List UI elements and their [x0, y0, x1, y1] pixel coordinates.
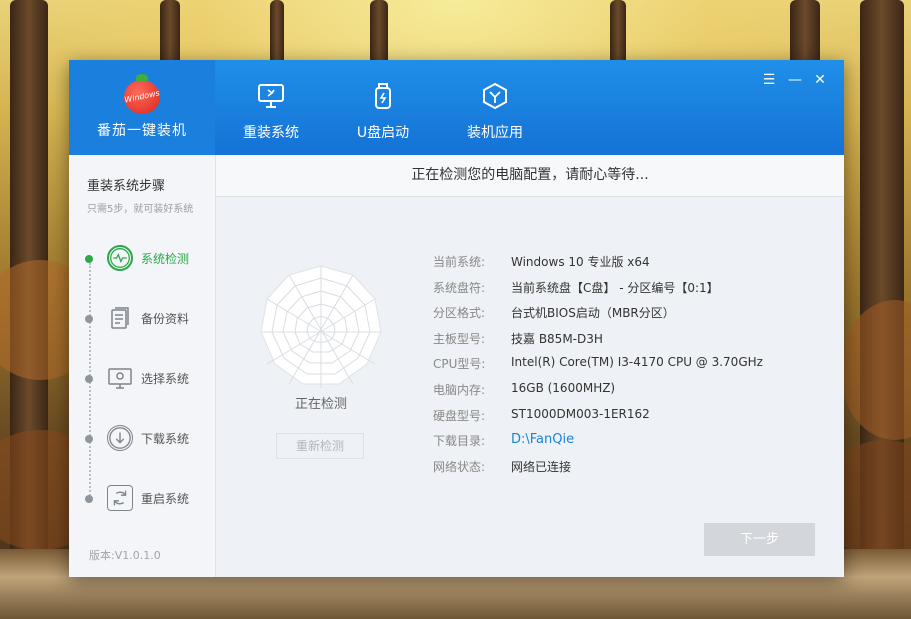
status-header: 正在检测您的电脑配置，请耐心等待... [216, 155, 844, 197]
step-label: 下载系统 [141, 432, 190, 446]
download-icon [107, 425, 133, 451]
tab-label: U盘启动 [356, 125, 410, 141]
info-key: 下载目录: [433, 434, 486, 449]
main-panel: 正在检测您的电脑配置，请耐心等待... 正在检测 重新检测 当前系统: Windo… [216, 155, 844, 577]
info-key: 系统盘符: [433, 280, 486, 295]
step-indicator [85, 495, 93, 503]
detecting-label: 正在检测 [294, 397, 347, 412]
close-button[interactable]: ✕ [812, 72, 828, 88]
info-value: 技嘉 B85M-D3H [511, 331, 603, 346]
info-value: 16GB (1600MHZ) [511, 380, 616, 395]
step-download-system: 下载系统 [85, 423, 215, 455]
step-label: 选择系统 [141, 372, 190, 386]
download-dir-link[interactable]: D:\FanQie [511, 432, 574, 447]
step-indicator [85, 255, 93, 263]
tab-usb-boot[interactable]: U盘启动 [327, 60, 439, 155]
steps-title: 重装系统步骤 [87, 179, 166, 194]
tab-install-apps[interactable]: 装机应用 [439, 60, 551, 155]
monitor-repair-icon [258, 84, 284, 108]
info-value: 当前系统盘【C盘】 - 分区编号【0:1】 [511, 280, 719, 295]
restart-icon [107, 485, 133, 511]
step-label: 重启系统 [141, 492, 190, 506]
info-key: 主板型号: [433, 331, 486, 346]
top-nav-bar: Windows 番茄一键装机 重装系统 U盘启动 装机应用 ☰ — ✕ [69, 60, 844, 155]
info-key: 当前系统: [433, 255, 486, 269]
info-value: ST1000DM003-1ER162 [511, 406, 650, 421]
step-indicator [85, 375, 93, 383]
app-hexagon-icon [483, 82, 507, 110]
step-restart-system: 重启系统 [85, 483, 215, 515]
steps-sidebar: 重装系统步骤 只需5步，就可装好系统 系统检测 备份资料 选择系统 下载系统 重… [69, 155, 216, 577]
info-key: CPU型号: [433, 357, 486, 372]
brand-name: 番茄一键装机 [97, 123, 187, 139]
info-key: 网络状态: [433, 459, 486, 474]
steps-subtitle: 只需5步，就可装好系统 [87, 204, 194, 215]
info-key: 硬盘型号: [433, 408, 486, 423]
step-select-system: 选择系统 [85, 363, 215, 395]
info-value: Intel(R) Core(TM) I3-4170 CPU @ 3.70GHz [511, 355, 763, 370]
tab-reinstall-system[interactable]: 重装系统 [215, 60, 327, 155]
info-key: 分区格式: [433, 306, 486, 321]
version-label: 版本:V1.0.1.0 [89, 549, 161, 562]
detection-area: 正在检测 重新检测 当前系统: Windows 10 专业版 x64 系统盘符: 当前… [216, 197, 844, 577]
backup-icon [111, 307, 129, 329]
menu-button[interactable]: ☰ [761, 72, 777, 88]
minimize-button[interactable]: — [787, 72, 803, 88]
step-label: 系统检测 [141, 252, 190, 266]
tab-label: 装机应用 [467, 125, 523, 141]
tomato-logo-icon: Windows [123, 74, 161, 114]
tab-label: 重装系统 [243, 125, 299, 141]
radar-scan-graphic [260, 265, 382, 388]
info-value: Windows 10 专业版 x64 [511, 255, 650, 269]
step-system-check: 系统检测 [85, 243, 215, 275]
brand-area: Windows 番茄一键装机 [69, 60, 215, 155]
step-backup: 备份资料 [85, 303, 215, 335]
step-indicator [85, 435, 93, 443]
info-value: 网络已连接 [511, 459, 572, 474]
info-value: 台式机BIOS启动（MBR分区） [511, 306, 675, 321]
recheck-button[interactable]: 重新检测 [276, 433, 364, 459]
step-indicator [85, 315, 93, 323]
system-check-icon [107, 245, 133, 271]
installer-window: Windows 番茄一键装机 重装系统 U盘启动 装机应用 ☰ — ✕ 重装系统 [69, 60, 844, 577]
logo-text: Windows [123, 88, 161, 105]
step-label: 备份资料 [141, 312, 190, 326]
usb-drive-icon [375, 83, 391, 109]
next-step-button[interactable]: 下一步 [704, 523, 815, 556]
select-system-icon [108, 368, 132, 389]
info-key: 电脑内存: [433, 382, 486, 397]
